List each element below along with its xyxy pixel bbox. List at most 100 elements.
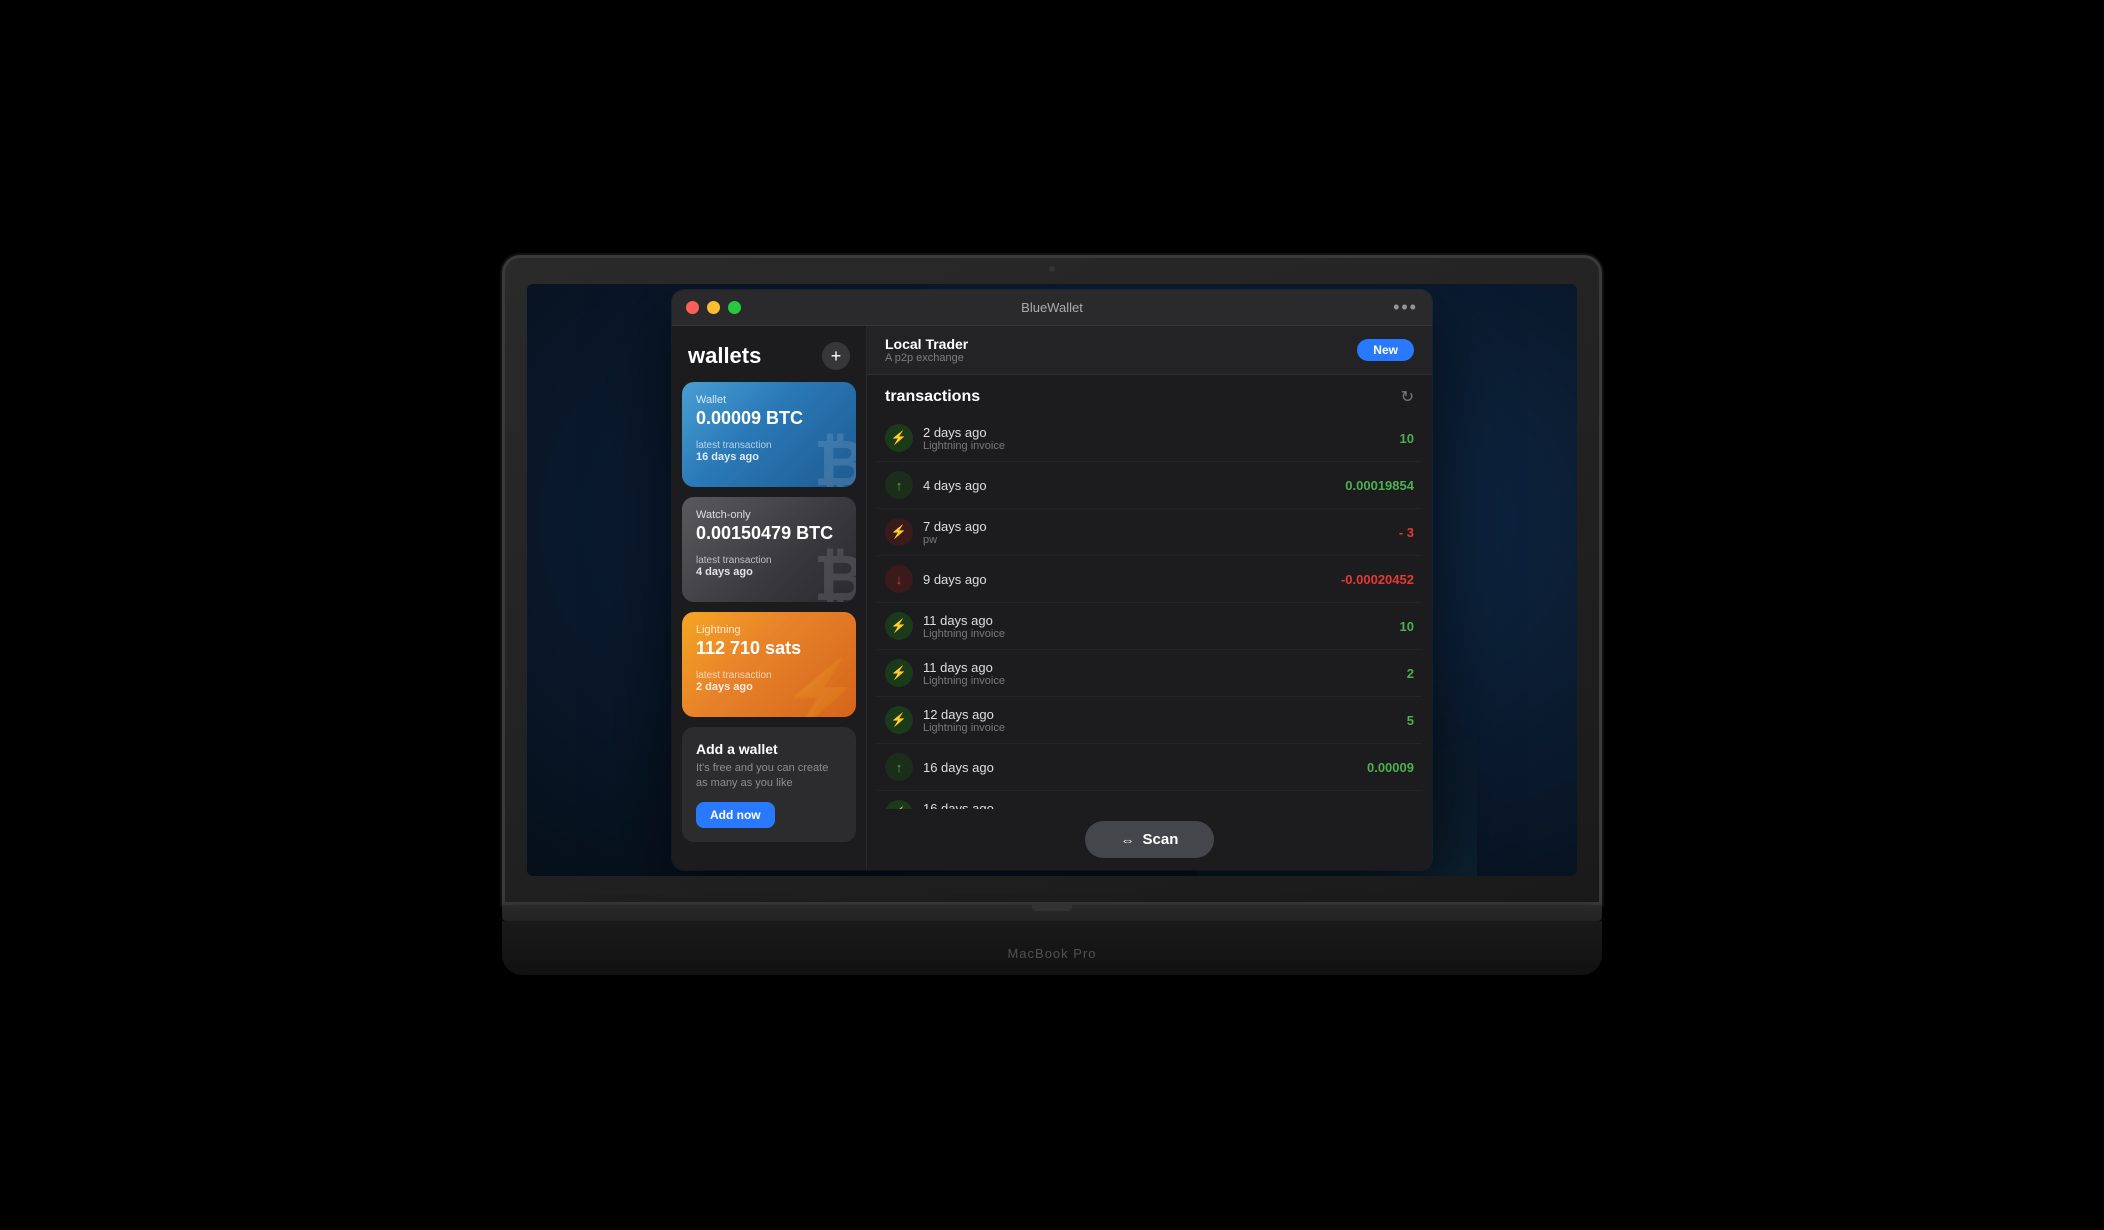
local-trader-info: Local Trader A p2p exchange: [885, 336, 968, 364]
add-wallet-title: Add a wallet: [696, 741, 842, 757]
tx-lightning-out-icon: ⚡: [885, 518, 913, 546]
tx-info: 2 days ago Lightning invoice: [923, 425, 1400, 452]
tx-amount: 0.00019854: [1345, 478, 1414, 493]
laptop-notch: [1032, 905, 1072, 911]
wallet-card-btc[interactable]: Wallet 0.00009 BTC latest transaction 16…: [682, 382, 856, 487]
tx-amount: 5: [1407, 713, 1414, 728]
tx-info: 11 days ago Lightning invoice: [923, 660, 1407, 687]
tx-date: 11 days ago: [923, 613, 1400, 628]
tx-lightning-icon: ⚡: [885, 659, 913, 687]
transaction-row[interactable]: ⚡ 2 days ago Lightning invoice 10: [877, 415, 1422, 462]
tx-info: 16 days ago: [923, 760, 1367, 775]
tx-date: 2 days ago: [923, 425, 1400, 440]
transaction-row[interactable]: ⚡ 16 days ago Lightning invoice 10: [877, 791, 1422, 809]
tx-amount: 10: [1400, 619, 1414, 634]
scan-bar: ⇔ Scan: [867, 809, 1432, 870]
tx-label: Lightning invoice: [923, 675, 1407, 687]
new-badge[interactable]: New: [1357, 339, 1414, 361]
scan-button-label: Scan: [1143, 831, 1179, 848]
tx-date: 12 days ago: [923, 707, 1407, 722]
laptop-container: BlueWallet ••• wallets +: [502, 255, 1602, 975]
tx-info: 11 days ago Lightning invoice: [923, 613, 1400, 640]
local-trader-bar: Local Trader A p2p exchange New: [867, 326, 1432, 375]
laptop-palmrest: MacBook Pro: [502, 921, 1602, 975]
tx-lightning-icon: ⚡: [885, 800, 913, 809]
tx-date: 16 days ago: [923, 801, 1400, 810]
macbook-label: MacBook Pro: [1007, 946, 1096, 961]
camera-dot: [1049, 266, 1055, 272]
tx-amount: 2: [1407, 666, 1414, 681]
transactions-header: transactions ↻: [867, 375, 1432, 415]
add-wallet-desc: It's free and you can create as many as …: [696, 761, 842, 792]
btc-watermark: ₿: [814, 431, 856, 487]
tx-info: 12 days ago Lightning invoice: [923, 707, 1407, 734]
wallet-type-label: Wallet: [696, 394, 842, 406]
add-wallet-card: Add a wallet It's free and you can creat…: [682, 727, 856, 842]
transactions-title: transactions: [885, 388, 980, 406]
refresh-icon[interactable]: ↻: [1401, 387, 1414, 407]
wallet-card-lightning[interactable]: Lightning 112 710 sats latest transactio…: [682, 612, 856, 717]
wallet-type-label: Lightning: [696, 624, 842, 636]
add-now-button[interactable]: Add now: [696, 802, 775, 828]
titlebar: BlueWallet •••: [672, 290, 1432, 326]
transaction-row[interactable]: ⚡ 12 days ago Lightning invoice 5: [877, 697, 1422, 744]
sidebar-title: wallets: [688, 343, 761, 369]
wallets-list: Wallet 0.00009 BTC latest transaction 16…: [672, 382, 866, 870]
tx-amount: -0.00020452: [1341, 572, 1414, 587]
tx-label: Lightning invoice: [923, 722, 1407, 734]
add-wallet-icon-button[interactable]: +: [822, 342, 850, 370]
tx-date: 4 days ago: [923, 478, 1345, 493]
sidebar-header: wallets +: [672, 326, 866, 382]
transaction-row[interactable]: ↓ 9 days ago -0.00020452: [877, 556, 1422, 603]
tx-amount: 0.00009: [1367, 760, 1414, 775]
tx-label: Lightning invoice: [923, 628, 1400, 640]
desktop-background: BlueWallet ••• wallets +: [527, 284, 1577, 876]
main-panel: Local Trader A p2p exchange New transact…: [867, 326, 1432, 870]
close-button[interactable]: [686, 301, 699, 314]
tx-btc-out-icon: ↓: [885, 565, 913, 593]
btc-watermark: ₿: [814, 546, 856, 602]
tx-lightning-icon: ⚡: [885, 424, 913, 452]
tx-lightning-icon: ⚡: [885, 706, 913, 734]
app-window: BlueWallet ••• wallets +: [672, 290, 1432, 870]
titlebar-menu-dots[interactable]: •••: [1393, 297, 1418, 318]
transaction-row[interactable]: ⚡ 7 days ago pw - 3: [877, 509, 1422, 556]
laptop-hinge: [502, 905, 1602, 921]
screen-bezel: BlueWallet ••• wallets +: [502, 255, 1602, 905]
tx-info: 7 days ago pw: [923, 519, 1399, 546]
tx-date: 11 days ago: [923, 660, 1407, 675]
tx-lightning-icon: ⚡: [885, 612, 913, 640]
sidebar: wallets + Wallet 0.00009 BTC latest tran…: [672, 326, 867, 870]
laptop-base: MacBook Pro: [502, 905, 1602, 975]
tx-amount: 10: [1400, 431, 1414, 446]
tx-label: Lightning invoice: [923, 440, 1400, 452]
tx-date: 16 days ago: [923, 760, 1367, 775]
tx-date: 9 days ago: [923, 572, 1341, 587]
transaction-row[interactable]: ⚡ 11 days ago Lightning invoice 2: [877, 650, 1422, 697]
tx-btc-in-icon: ↑: [885, 471, 913, 499]
local-trader-subtitle: A p2p exchange: [885, 352, 968, 364]
scan-icon: ⇔: [1121, 832, 1135, 848]
lightning-watermark: ⚡: [781, 661, 856, 717]
tx-label: pw: [923, 534, 1399, 546]
tx-date: 7 days ago: [923, 519, 1399, 534]
transaction-row[interactable]: ⚡ 11 days ago Lightning invoice 10: [877, 603, 1422, 650]
transaction-row[interactable]: ↑ 16 days ago 0.00009: [877, 744, 1422, 791]
tx-amount: - 3: [1399, 525, 1414, 540]
app-body: wallets + Wallet 0.00009 BTC latest tran…: [672, 326, 1432, 870]
scan-button[interactable]: ⇔ Scan: [1085, 821, 1215, 858]
wallet-card-watch-only[interactable]: Watch-only 0.00150479 BTC latest transac…: [682, 497, 856, 602]
screen-inner: BlueWallet ••• wallets +: [527, 284, 1577, 876]
tx-btc-in-icon: ↑: [885, 753, 913, 781]
titlebar-title: BlueWallet: [1021, 300, 1083, 315]
transactions-list: ⚡ 2 days ago Lightning invoice 10 ↑: [867, 415, 1432, 809]
wallet-type-label: Watch-only: [696, 509, 842, 521]
tx-info: 16 days ago Lightning invoice: [923, 801, 1400, 810]
minimize-button[interactable]: [707, 301, 720, 314]
tx-info: 4 days ago: [923, 478, 1345, 493]
traffic-lights: [686, 301, 741, 314]
transaction-row[interactable]: ↑ 4 days ago 0.00019854: [877, 462, 1422, 509]
tx-info: 9 days ago: [923, 572, 1341, 587]
maximize-button[interactable]: [728, 301, 741, 314]
local-trader-name: Local Trader: [885, 336, 968, 352]
